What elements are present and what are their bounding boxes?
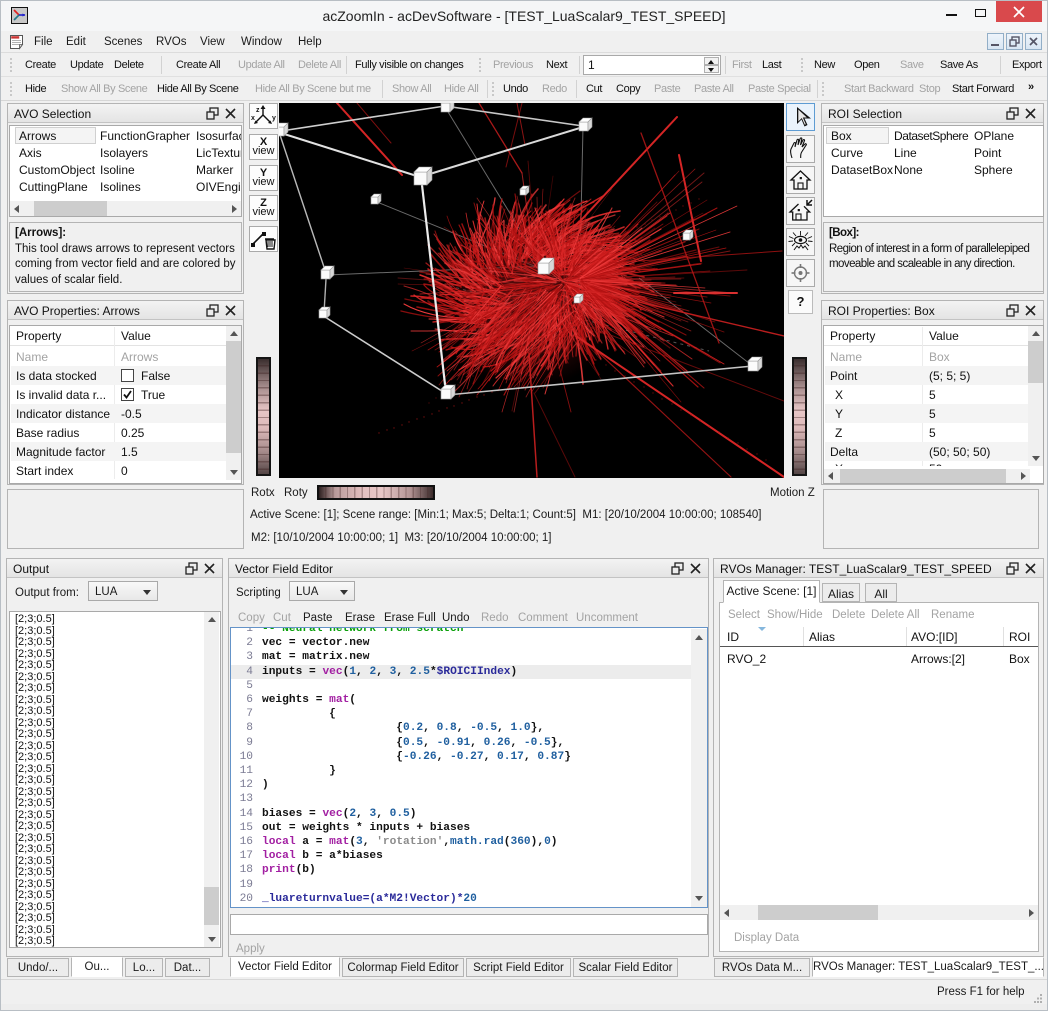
svg-text:y: y <box>272 115 276 122</box>
svg-text:z: z <box>256 107 260 114</box>
svg-text:x: x <box>251 115 255 122</box>
